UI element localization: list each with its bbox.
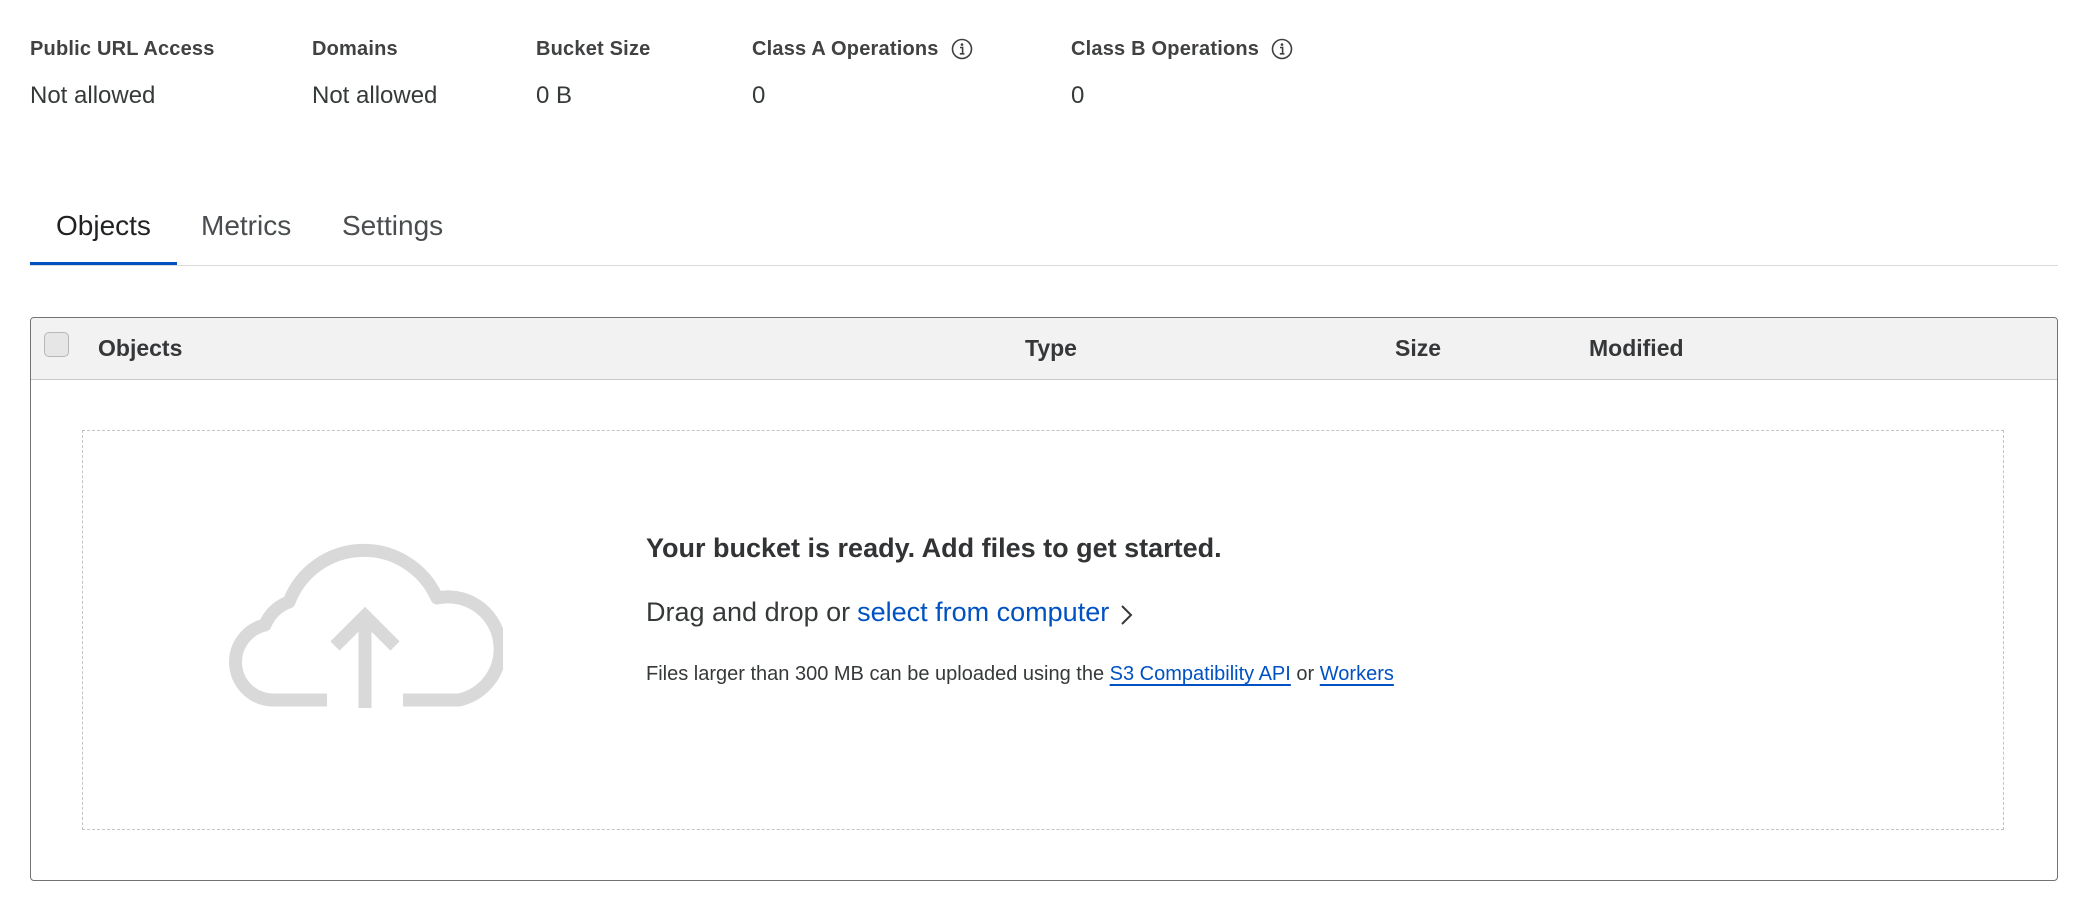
info-icon[interactable] xyxy=(951,38,973,60)
stat-value: Not allowed xyxy=(312,82,438,109)
table-header: Objects Type Size Modified xyxy=(31,318,2057,380)
stat-label: Class B Operations xyxy=(1071,38,1260,60)
workers-link[interactable]: Workers xyxy=(1320,663,1394,685)
select-from-computer-link[interactable]: select from computer xyxy=(857,597,1109,628)
stat-label: Domains xyxy=(312,38,398,60)
bucket-tabs: Objects Metrics Settings xyxy=(30,192,2058,266)
stat-class-a-operations: Class A Operations 0 xyxy=(752,36,973,111)
cloud-upload-icon xyxy=(227,530,507,708)
tab-settings[interactable]: Settings xyxy=(316,192,469,265)
column-header-modified[interactable]: Modified xyxy=(1589,318,1684,379)
info-icon[interactable] xyxy=(1271,38,1293,60)
stat-class-b-operations: Class B Operations 0 xyxy=(1071,36,1293,111)
select-all-checkbox[interactable] xyxy=(44,332,69,357)
tab-objects[interactable]: Objects xyxy=(30,192,177,265)
stat-label: Bucket Size xyxy=(536,38,651,60)
tab-metrics[interactable]: Metrics xyxy=(175,192,317,265)
upload-dropzone[interactable]: Your bucket is ready. Add files to get s… xyxy=(82,430,2004,830)
stat-label: Public URL Access xyxy=(30,38,215,60)
stat-value: 0 xyxy=(1071,82,1085,109)
stat-value: Not allowed xyxy=(30,82,156,109)
drag-drop-label: Drag and drop or xyxy=(646,597,851,627)
note-text: Files larger than 300 MB can be uploaded… xyxy=(646,663,1105,685)
stat-label: Class A Operations xyxy=(752,38,939,60)
column-header-objects[interactable]: Objects xyxy=(98,318,182,379)
dropzone-note: Files larger than 300 MB can be uploaded… xyxy=(646,663,1394,686)
stat-public-url-access: Public URL Access Not allowed xyxy=(30,36,215,111)
s3-compatibility-api-link[interactable]: S3 Compatibility API xyxy=(1110,663,1291,685)
objects-table: Objects Type Size Modified Your bucket i… xyxy=(30,317,2058,881)
stat-value: 0 B xyxy=(536,82,573,109)
stat-bucket-size: Bucket Size 0 B xyxy=(536,36,650,111)
stat-domains: Domains Not allowed xyxy=(312,36,437,111)
dropzone-title: Your bucket is ready. Add files to get s… xyxy=(646,533,1222,563)
dropzone-drag-line: Drag and drop or select from computer xyxy=(646,597,1133,628)
stat-value: 0 xyxy=(752,82,766,109)
chevron-right-icon[interactable] xyxy=(1119,602,1133,625)
column-header-size[interactable]: Size xyxy=(1395,318,1441,379)
note-or: or xyxy=(1296,663,1315,685)
column-header-type[interactable]: Type xyxy=(1025,318,1077,379)
